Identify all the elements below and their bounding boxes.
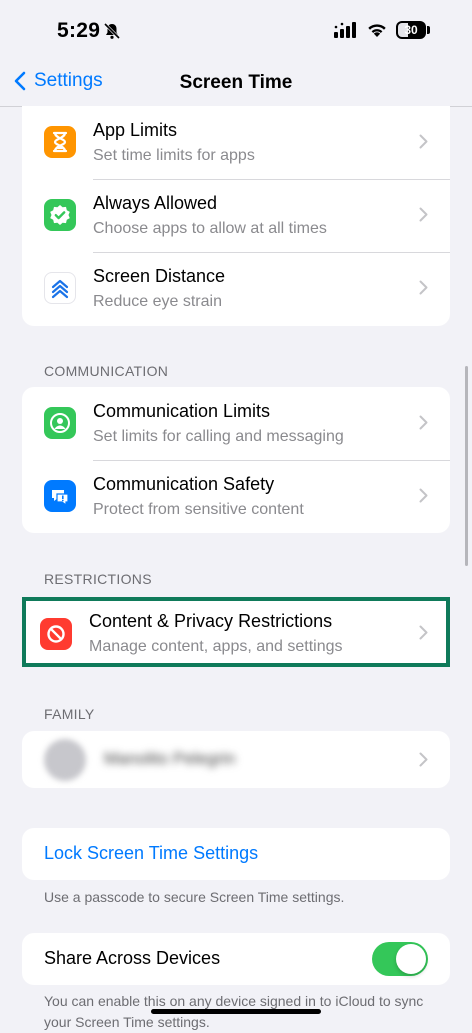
list-item-content-privacy-restrictions[interactable]: Content & Privacy Restrictions Manage co… [22,597,450,667]
wifi-icon [366,21,388,43]
list-item-title: Content & Privacy Restrictions [89,611,333,631]
family-member-row[interactable]: Manolito Pelegrin [22,731,450,788]
battery-icon: 30 [396,21,426,39]
list-item-always-allowed[interactable]: Always Allowed Choose apps to allow at a… [22,179,450,252]
section-header-restrictions: RESTRICTIONS [44,571,152,587]
chevron-right-icon [419,134,428,149]
list-item-subtitle: Set limits for calling and messaging [93,428,344,445]
list-item-title: App Limits [93,120,178,140]
person-circle-icon [44,407,76,439]
share-across-devices-group: Share Across Devices [22,933,450,985]
page-title: Screen Time [179,72,293,93]
lock-footnote: Use a passcode to secure Screen Time set… [44,889,345,905]
battery-cap [427,26,430,34]
list-item-title: Screen Distance [93,266,226,286]
chevron-right-icon [419,415,428,430]
avatar [44,739,86,781]
navigation-bar: Settings Screen Time [0,62,472,107]
chevron-right-icon [419,207,428,222]
limits-group: App Limits Set time limits for apps Alwa… [22,106,450,326]
toggle-knob [396,944,426,974]
list-item-communication-limits[interactable]: Communication Limits Set limits for call… [22,387,450,460]
family-member-name: Manolito Pelegrin [104,749,236,768]
chat-alert-icon [44,480,76,512]
lock-settings-group: Lock Screen Time Settings [22,828,450,880]
share-across-devices-toggle[interactable] [372,942,428,976]
list-item-app-limits[interactable]: App Limits Set time limits for apps [22,106,450,179]
list-item-subtitle: Choose apps to allow at all times [93,220,327,237]
scrollbar[interactable] [465,366,468,566]
list-item-communication-safety[interactable]: Communication Safety Protect from sensit… [22,460,450,533]
home-indicator[interactable] [151,1009,321,1014]
status-time: 5:29 [57,19,101,42]
cellular-signal-icon [334,22,358,43]
prohibited-icon [40,618,72,650]
chevrons-up-icon [44,272,76,304]
chevron-right-icon [419,752,428,767]
checkmark-badge-icon [44,199,76,231]
share-across-devices-label: Share Across Devices [44,948,221,968]
list-item-title: Always Allowed [93,193,218,213]
hourglass-icon [44,126,76,158]
battery-level: 30 [404,23,418,37]
chevron-right-icon [419,488,428,503]
list-item-title: Communication Safety [93,474,275,494]
list-item-title: Communication Limits [93,401,271,421]
chevron-right-icon [419,280,428,295]
lock-screen-time-settings-button[interactable]: Lock Screen Time Settings [44,843,258,864]
list-item-subtitle: Set time limits for apps [93,147,255,164]
list-item-subtitle: Reduce eye strain [93,293,222,310]
list-item-subtitle: Protect from sensitive content [93,501,304,518]
chevron-right-icon [419,625,428,640]
status-bar: 5:29 30 [0,0,472,62]
list-item-screen-distance[interactable]: Screen Distance Reduce eye strain [22,252,450,325]
section-header-family: FAMILY [44,706,95,722]
communication-group: Communication Limits Set limits for call… [22,387,450,533]
list-item-subtitle: Manage content, apps, and settings [89,638,343,655]
bell-slash-icon [103,22,121,45]
section-header-communication: COMMUNICATION [44,363,169,379]
